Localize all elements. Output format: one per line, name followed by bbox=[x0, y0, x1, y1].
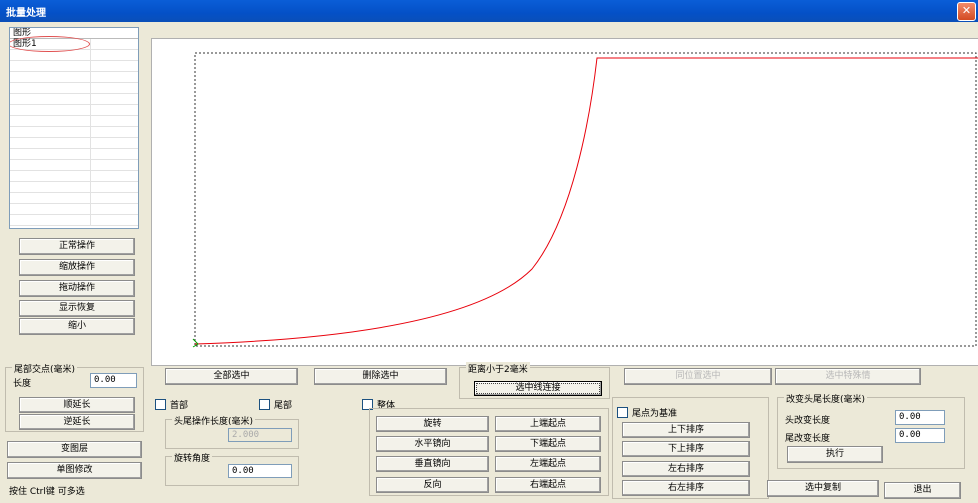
select-all-button[interactable]: 全部选中 bbox=[165, 368, 298, 385]
restore-display-button[interactable]: 显示恢复 bbox=[19, 300, 135, 317]
delete-selected-button[interactable]: 删除选中 bbox=[314, 368, 447, 385]
head-change-label: 头改变长度 bbox=[785, 416, 831, 426]
bottom-start-button[interactable]: 下端起点 bbox=[495, 436, 601, 452]
extend-forward-button[interactable]: 顺延长 bbox=[19, 397, 135, 413]
list-item[interactable]: 图形1 bbox=[10, 36, 138, 52]
tail-change-label: 尾改变长度 bbox=[785, 434, 831, 444]
same-position-button[interactable]: 同位置选中 bbox=[624, 368, 772, 385]
normal-op-button[interactable]: 正常操作 bbox=[19, 238, 135, 255]
right-start-button[interactable]: 右端起点 bbox=[495, 477, 601, 493]
selection-box bbox=[194, 52, 977, 347]
head-checkbox-label: 首部 bbox=[170, 401, 189, 411]
top-start-button[interactable]: 上端起点 bbox=[495, 416, 601, 432]
sort-down-up-button[interactable]: 下上排序 bbox=[622, 441, 750, 457]
zoom-op-button[interactable]: 缩放操作 bbox=[19, 259, 135, 276]
head-tail-length-input[interactable]: 2.000 bbox=[228, 428, 292, 442]
window-title: 批量处理 bbox=[6, 8, 46, 19]
length-input[interactable]: 0.00 bbox=[90, 373, 137, 388]
select-special-button[interactable]: 选中特殊情 bbox=[775, 368, 921, 385]
head-tail-length-label: 头尾操作长度(毫米) bbox=[172, 414, 256, 427]
curve-svg bbox=[192, 52, 978, 348]
title-bar: 批量处理 ✕ bbox=[0, 0, 978, 22]
drag-op-button[interactable]: 拖动操作 bbox=[19, 280, 135, 297]
rotate-angle-label: 旋转角度 bbox=[172, 451, 213, 464]
length-label: 长度 bbox=[13, 379, 32, 389]
tail-checkbox[interactable]: 尾部 bbox=[259, 398, 292, 411]
sort-left-right-button[interactable]: 左右排序 bbox=[622, 461, 750, 477]
shape-list[interactable]: 图形 图形1 bbox=[9, 27, 139, 229]
sort-up-down-button[interactable]: 上下排序 bbox=[622, 422, 750, 438]
tail-checkbox-label: 尾部 bbox=[274, 401, 293, 411]
execute-button[interactable]: 执行 bbox=[787, 446, 883, 463]
tail-group-label: 尾部交点(毫米) bbox=[12, 362, 78, 375]
exit-button[interactable]: 退出 bbox=[884, 482, 961, 499]
change-layer-button[interactable]: 变图层 bbox=[7, 441, 142, 458]
shrink-button[interactable]: 缩小 bbox=[19, 318, 135, 335]
distance-group-label: 距离小于2毫米 bbox=[466, 362, 530, 375]
rotate-button[interactable]: 旋转 bbox=[376, 416, 489, 432]
reverse-button[interactable]: 反向 bbox=[376, 477, 489, 493]
copy-selected-button[interactable]: 选中复制 bbox=[767, 480, 879, 497]
rotate-angle-input[interactable]: 0.00 bbox=[228, 464, 292, 478]
single-edit-button[interactable]: 单图修改 bbox=[7, 462, 142, 479]
red-curve bbox=[194, 57, 978, 345]
change-length-label: 改变头尾长度(毫米) bbox=[784, 392, 868, 405]
horizontal-mirror-button[interactable]: 水平镜向 bbox=[376, 436, 489, 452]
drawing-canvas[interactable] bbox=[151, 38, 978, 366]
sort-right-left-button[interactable]: 右左排序 bbox=[622, 480, 750, 496]
extend-backward-button[interactable]: 逆延长 bbox=[19, 414, 135, 430]
left-start-button[interactable]: 左端起点 bbox=[495, 456, 601, 472]
close-icon[interactable]: ✕ bbox=[957, 2, 976, 21]
vertical-mirror-button[interactable]: 垂直镜向 bbox=[376, 456, 489, 472]
tail-change-input[interactable]: 0.00 bbox=[895, 428, 945, 443]
connect-selected-button[interactable]: 选中线连接 bbox=[474, 381, 602, 396]
hint-text: 按住 Ctrl键 可多选 bbox=[9, 487, 85, 497]
head-change-input[interactable]: 0.00 bbox=[895, 410, 945, 425]
head-checkbox[interactable]: 首部 bbox=[155, 398, 188, 411]
